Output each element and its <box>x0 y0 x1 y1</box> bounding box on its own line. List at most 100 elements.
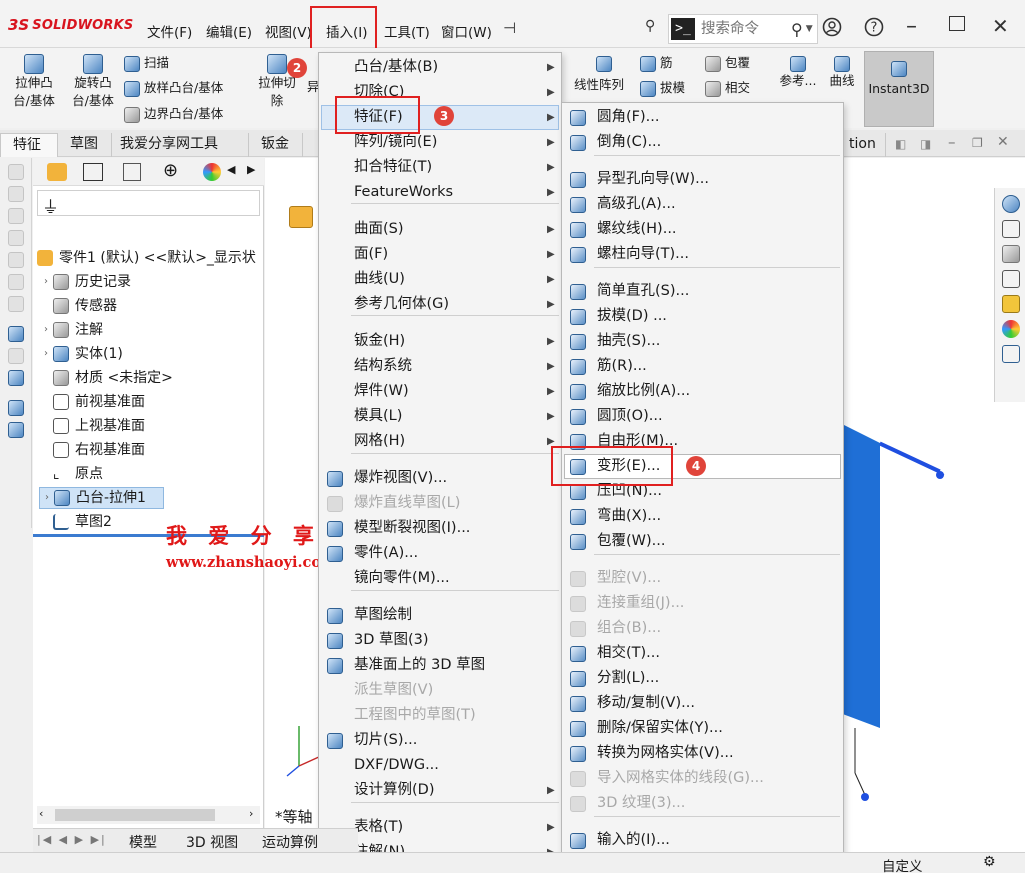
tree-item-material[interactable]: 材质 <未指定> <box>39 367 173 389</box>
chevron-down-icon[interactable]: ▼ <box>806 24 813 34</box>
model-preview[interactable] <box>840 413 990 803</box>
display-manager-icon[interactable] <box>203 163 221 181</box>
search-commands[interactable]: >_ ⚲ ▼ <box>668 14 818 44</box>
status-settings-icon[interactable]: ⚙ <box>983 854 996 870</box>
menu-item-fastening-features[interactable]: 扣合特征(T) ▶ <box>319 155 561 180</box>
menu-edit[interactable]: 编辑(E) <box>206 21 252 41</box>
menu-item-mirror-part[interactable]: 镜向零件(M)... <box>319 566 561 591</box>
menu-file[interactable]: 文件(F) <box>147 21 192 41</box>
feature-menu-item-draft[interactable]: 拔模(D) ... <box>562 304 843 329</box>
feature-menu-item-intersect[interactable]: 相交(T)... <box>562 641 843 666</box>
menu-item-sketch[interactable]: 草图绘制 <box>319 603 561 628</box>
pin-icon[interactable]: ⊣ <box>503 19 516 37</box>
feature-menu-item-advanced-hole[interactable]: 高级孔(A)... <box>562 192 843 217</box>
scroll-right-icon[interactable]: › <box>249 807 253 820</box>
feature-menu-item-wrap[interactable]: 包覆(W)... <box>562 529 843 554</box>
feature-menu-item-delete-keep-body[interactable]: 删除/保留实体(Y)... <box>562 716 843 741</box>
feature-menu-item-3d-texture[interactable]: 3D 纹理(3)... <box>562 791 843 816</box>
curves-button[interactable]: 曲线 <box>827 54 857 90</box>
feature-manager-icon[interactable] <box>47 163 67 181</box>
menu-window[interactable]: 窗口(W) <box>441 21 492 41</box>
boundary-boss-button[interactable]: 边界凸台/基体 <box>124 105 223 123</box>
intersect-button[interactable]: 相交 <box>705 79 750 97</box>
feature-menu-item-thread[interactable]: 螺纹线(H)... <box>562 217 843 242</box>
menu-item-3d-sketch[interactable]: 3D 草图(3) <box>319 628 561 653</box>
reference-geometry-button[interactable]: 参考... <box>779 54 817 90</box>
horizontal-scrollbar[interactable]: ‹ › <box>37 806 260 824</box>
tool-icon-3[interactable] <box>8 208 24 224</box>
tool-icon-8[interactable] <box>8 326 24 342</box>
panel-dock-icon[interactable]: ◨ <box>920 137 931 151</box>
tree-item-front-plane[interactable]: 前视基准面 <box>39 391 145 413</box>
feature-menu-item-imported[interactable]: 输入的(I)... <box>562 828 843 853</box>
search-icon[interactable]: ⚲ <box>791 20 803 39</box>
view-palette-icon[interactable] <box>1002 295 1020 313</box>
revolve-boss-button[interactable]: 旋转凸 台/基体 <box>68 54 118 110</box>
design-library-icon[interactable] <box>1002 245 1020 263</box>
menu-tools[interactable]: 工具(T) <box>384 21 430 41</box>
tree-item-right-plane[interactable]: 右视基准面 <box>39 439 145 461</box>
feature-menu-item-chamfer[interactable]: 倒角(C)... <box>562 130 843 155</box>
rib-button[interactable]: 筋 <box>640 54 673 72</box>
feature-menu-item-flex[interactable]: 弯曲(X)... <box>562 504 843 529</box>
feature-menu-item-hole-wizard[interactable]: 异型孔向导(W)... <box>562 167 843 192</box>
wrap-button[interactable]: 包覆 <box>705 54 750 72</box>
menu-item-sheet-metal[interactable]: 钣金(H) ▶ <box>319 329 561 354</box>
feature-menu-item-join[interactable]: 连接重组(J)... <box>562 591 843 616</box>
search-scope-icon[interactable]: ⚲ <box>645 18 655 34</box>
feature-menu-item-move-copy[interactable]: 移动/复制(V)... <box>562 691 843 716</box>
menu-item-mesh[interactable]: 网格(H) ▶ <box>319 429 561 454</box>
appearances-icon[interactable] <box>1002 320 1020 338</box>
linear-pattern-label[interactable]: 线性阵列 <box>574 76 624 94</box>
solidworks-resources-icon[interactable] <box>1002 195 1020 213</box>
tool-icon-9[interactable] <box>8 348 24 364</box>
tool-icon-12[interactable] <box>8 422 24 438</box>
scroll-left-icon[interactable]: ‹ <box>39 807 43 820</box>
draft-button[interactable]: 拔模 <box>640 79 685 97</box>
menu-item-curve[interactable]: 曲线(U) ▶ <box>319 267 561 292</box>
solidworks-logo[interactable]: 3S SOLIDWORKS <box>8 16 133 34</box>
menu-item-structure-system[interactable]: 结构系统 ▶ <box>319 354 561 379</box>
heads-up-part-icon[interactable] <box>289 206 313 228</box>
tab-features[interactable]: 特征 <box>0 133 58 157</box>
menu-item-face[interactable]: 面(F) ▶ <box>319 242 561 267</box>
tool-icon-11[interactable] <box>8 400 24 416</box>
menu-item-dxf-dwg[interactable]: DXF/DWG... <box>319 753 561 778</box>
tool-icon-2[interactable] <box>8 186 24 202</box>
menu-item-model-break-view[interactable]: 模型断裂视图(I)... <box>319 516 561 541</box>
tree-item-annotations[interactable]: › 注解 <box>39 319 103 341</box>
tree-item-solid-bodies[interactable]: › 实体(1) <box>39 343 123 365</box>
tab-share-tools[interactable]: 我爱分享网工具 <box>112 133 249 157</box>
tree-item-history[interactable]: › 历史记录 <box>39 271 131 293</box>
tool-icon-7[interactable] <box>8 296 24 312</box>
tab-sketch[interactable]: 草图 <box>58 133 112 157</box>
menu-item-boss-base[interactable]: 凸台/基体(B) ▶ <box>319 55 561 80</box>
help-icon[interactable]: ? <box>864 17 884 37</box>
instant3d-button[interactable]: Instant3D <box>864 51 934 127</box>
tree-filter[interactable]: ⏚ <box>37 190 260 218</box>
configuration-manager-icon[interactable] <box>123 163 141 181</box>
feature-menu-item-stud-wizard[interactable]: 螺柱向导(T)... <box>562 242 843 267</box>
menu-item-part[interactable]: 零件(A)... <box>319 541 561 566</box>
scroll-thumb[interactable] <box>55 809 215 821</box>
menu-item-sketch-in-drawing[interactable]: 工程图中的草图(T) <box>319 703 561 728</box>
menu-item-design-study[interactable]: 设计算例(D) ▶ <box>319 778 561 803</box>
menu-item-explode-line-sketch[interactable]: 爆炸直线草图(L) <box>319 491 561 516</box>
menu-item-slicing[interactable]: 切片(S)... <box>319 728 561 753</box>
file-explorer-icon[interactable] <box>1002 270 1020 288</box>
feature-menu-item-rib[interactable]: 筋(R)... <box>562 354 843 379</box>
custom-properties-icon[interactable] <box>1002 345 1020 363</box>
tab-nav-arrows-icon[interactable]: |◀ ◀ ▶ ▶| <box>37 833 107 846</box>
tree-item-boss-extrude[interactable]: › 凸台-拉伸1 <box>39 487 164 509</box>
maximize-icon[interactable] <box>949 16 965 31</box>
window-close-icon[interactable]: ✕ <box>997 134 1009 150</box>
menu-item-reference-geometry[interactable]: 参考几何体(G) ▶ <box>319 292 561 317</box>
menu-view[interactable]: 视图(V) <box>265 21 312 41</box>
tool-icon-1[interactable] <box>8 164 24 180</box>
feature-menu-item-imported-mesh-segments[interactable]: 导入网格实体的线段(G)... <box>562 766 843 791</box>
feature-menu-item-dome[interactable]: 圆顶(O)... <box>562 404 843 429</box>
tree-part-root[interactable]: 零件1 (默认) <<默认>_显示状 <box>33 247 256 269</box>
minimize-icon[interactable]: – <box>906 14 917 39</box>
tool-icon-4[interactable] <box>8 230 24 246</box>
tool-icon-10[interactable] <box>8 370 24 386</box>
